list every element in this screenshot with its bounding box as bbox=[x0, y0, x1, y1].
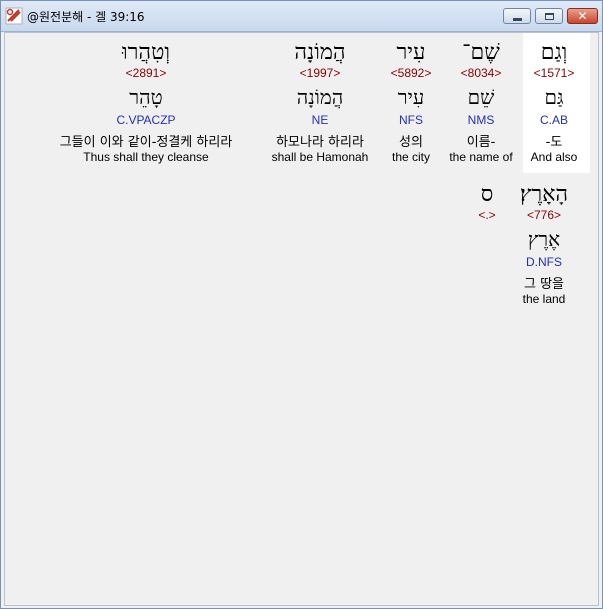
korean-gloss: 그들이 이와 같이-정결케 하리라 bbox=[59, 135, 233, 150]
word-hebrew: הֲמוֹנָה bbox=[294, 40, 346, 65]
korean-gloss: -도 bbox=[545, 135, 563, 150]
word-lemma: עִיר bbox=[397, 85, 425, 109]
strong-number-link[interactable]: <5892> bbox=[391, 66, 432, 80]
english-gloss: the name of bbox=[449, 150, 513, 164]
english-gloss: the city bbox=[391, 150, 431, 164]
maximize-button[interactable] bbox=[535, 8, 563, 24]
close-button[interactable]: ✕ bbox=[567, 8, 598, 24]
strong-number-link[interactable]: <776> bbox=[527, 208, 561, 222]
interlinear-panel: וְגַם <1571> גַּם C.AB -도 And also שֶׁם־… bbox=[4, 32, 599, 606]
word-hebrew: שֶׁם־ bbox=[462, 40, 500, 65]
minimize-button[interactable] bbox=[503, 8, 531, 24]
strong-number-link[interactable]: <2891> bbox=[126, 66, 167, 80]
word-hebrew: וְטִהֲרוּ bbox=[121, 40, 171, 65]
minimize-icon bbox=[512, 17, 522, 21]
morphology-code: NFS bbox=[399, 113, 423, 127]
strong-number-link[interactable]: <.> bbox=[478, 208, 495, 222]
word-hebrew: ס bbox=[480, 182, 494, 207]
korean-gloss: 성의 bbox=[399, 135, 423, 150]
word-lemma: טָהֵר bbox=[129, 85, 163, 109]
title-bar[interactable]: @원전분해 - 겔 39:16 ✕ bbox=[1, 1, 602, 32]
strong-number-link[interactable]: <1571> bbox=[534, 66, 575, 80]
maximize-icon bbox=[544, 12, 554, 20]
word-lemma: שֵׁם bbox=[467, 85, 495, 109]
morphology-code: NMS bbox=[467, 113, 495, 127]
app-logo-icon bbox=[5, 7, 23, 25]
morphology-code: C.VPACZP bbox=[116, 113, 176, 127]
english-gloss: shall be Hamonah bbox=[271, 150, 369, 164]
strong-number-link[interactable]: <8034> bbox=[461, 66, 502, 80]
korean-gloss: 이름- bbox=[466, 135, 496, 150]
morphology-code: D.NFS bbox=[526, 255, 562, 269]
morphology-code: C.AB bbox=[539, 113, 569, 127]
word-lemma: גַּם bbox=[544, 85, 564, 109]
english-gloss: the land bbox=[522, 292, 566, 306]
english-gloss: Thus shall they cleanse bbox=[83, 150, 209, 164]
korean-gloss: 하모나라 하리라 bbox=[276, 135, 364, 150]
strong-number-link[interactable]: <1997> bbox=[300, 66, 341, 80]
word-lemma: הֲמוֹנָה bbox=[296, 85, 344, 109]
word-lemma: אֶרֶץ bbox=[527, 227, 561, 251]
close-icon: ✕ bbox=[577, 9, 588, 23]
word-hebrew: וְגַם bbox=[540, 40, 568, 65]
word-hebrew: הָאָרֶץ׃ bbox=[519, 182, 569, 207]
app-window: @원전분해 - 겔 39:16 ✕ וְגַם <1571> גַּם C.AB… bbox=[0, 0, 603, 609]
window-title: @원전분해 - 겔 39:16 bbox=[27, 10, 145, 24]
english-gloss: And also bbox=[530, 150, 578, 164]
morphology-code: NE bbox=[311, 113, 329, 127]
korean-gloss: 그 땅을 bbox=[523, 277, 565, 292]
word-hebrew: עִיר bbox=[396, 40, 426, 65]
